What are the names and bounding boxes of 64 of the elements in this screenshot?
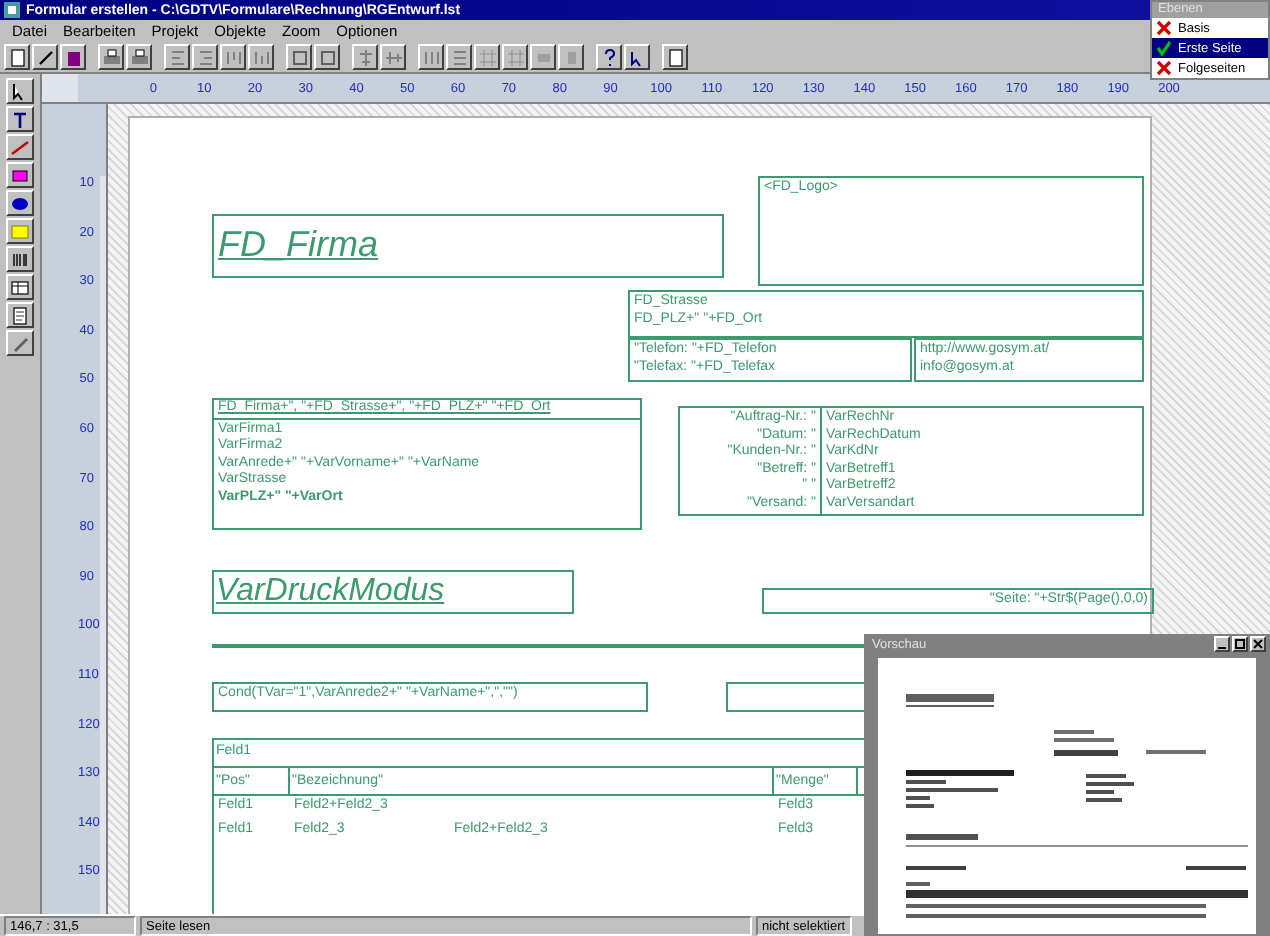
toolbar-button[interactable]: [530, 44, 556, 70]
tool-button[interactable]: [6, 134, 34, 160]
toolbar-button[interactable]: [286, 44, 312, 70]
toolbar-button[interactable]: [624, 44, 650, 70]
page-icon: [7, 47, 27, 67]
tool-button[interactable]: [6, 274, 34, 300]
close-icon: [1252, 638, 1264, 650]
ruler-corner: [42, 74, 78, 102]
toolbar-button[interactable]: [192, 44, 218, 70]
toolbar-button[interactable]: [352, 44, 378, 70]
toolbar-button[interactable]: [662, 44, 688, 70]
align-top-icon: [223, 47, 243, 67]
tool-button[interactable]: [6, 302, 34, 328]
toolbar-button[interactable]: [126, 44, 152, 70]
barcode-icon: [10, 249, 30, 269]
toolbar-button[interactable]: [4, 44, 30, 70]
printer-icon: [101, 47, 121, 67]
toolbar-button[interactable]: [98, 44, 124, 70]
align-center-icon: [355, 47, 375, 67]
toolbar-button[interactable]: [474, 44, 500, 70]
app-icon: [4, 2, 20, 18]
toolbar-button[interactable]: [418, 44, 444, 70]
align-middle-icon: [383, 47, 403, 67]
toolbar-button[interactable]: [314, 44, 340, 70]
text-icon: [10, 109, 30, 129]
heading-field[interactable]: FD_Firma: [212, 214, 724, 278]
page-icon: [665, 47, 685, 67]
picture-icon: [10, 221, 30, 241]
align-bottom-icon: [251, 47, 271, 67]
minimize-button[interactable]: [1214, 636, 1230, 652]
maximize-button[interactable]: [1232, 636, 1248, 652]
maximize-icon: [1234, 638, 1246, 650]
close-button[interactable]: [1250, 636, 1266, 652]
tool-button[interactable]: [6, 190, 34, 216]
toolbar-button[interactable]: [248, 44, 274, 70]
printer-icon: [129, 47, 149, 67]
toolbar-button[interactable]: [502, 44, 528, 70]
toolbar-button[interactable]: [380, 44, 406, 70]
grid-icon: [477, 47, 497, 67]
rectangle-icon: [10, 165, 30, 185]
toolbar-button[interactable]: [220, 44, 246, 70]
form-icon: [10, 305, 30, 325]
toolbar-button[interactable]: [596, 44, 622, 70]
toolbar-button[interactable]: [164, 44, 190, 70]
spacing-icon: [449, 47, 469, 67]
spacing-icon: [421, 47, 441, 67]
toolbar-button[interactable]: [32, 44, 58, 70]
align-right-icon: [195, 47, 215, 67]
tool-button[interactable]: [6, 162, 34, 188]
align-left-icon: [167, 47, 187, 67]
tool-button[interactable]: [6, 78, 34, 104]
tool-button[interactable]: [6, 106, 34, 132]
heading-field[interactable]: VarDruckModus: [212, 570, 574, 614]
tool-button[interactable]: [6, 330, 34, 356]
table-icon: [10, 277, 30, 297]
tool-button[interactable]: [6, 218, 34, 244]
toolbar-button[interactable]: [446, 44, 472, 70]
ellipse-icon: [10, 193, 30, 213]
line-icon: [10, 137, 30, 157]
toolbar-button[interactable]: [558, 44, 584, 70]
grid-icon: [505, 47, 525, 67]
toolbar-button[interactable]: [60, 44, 86, 70]
help-pointer-icon: [599, 47, 619, 67]
tool-button[interactable]: [6, 246, 34, 272]
